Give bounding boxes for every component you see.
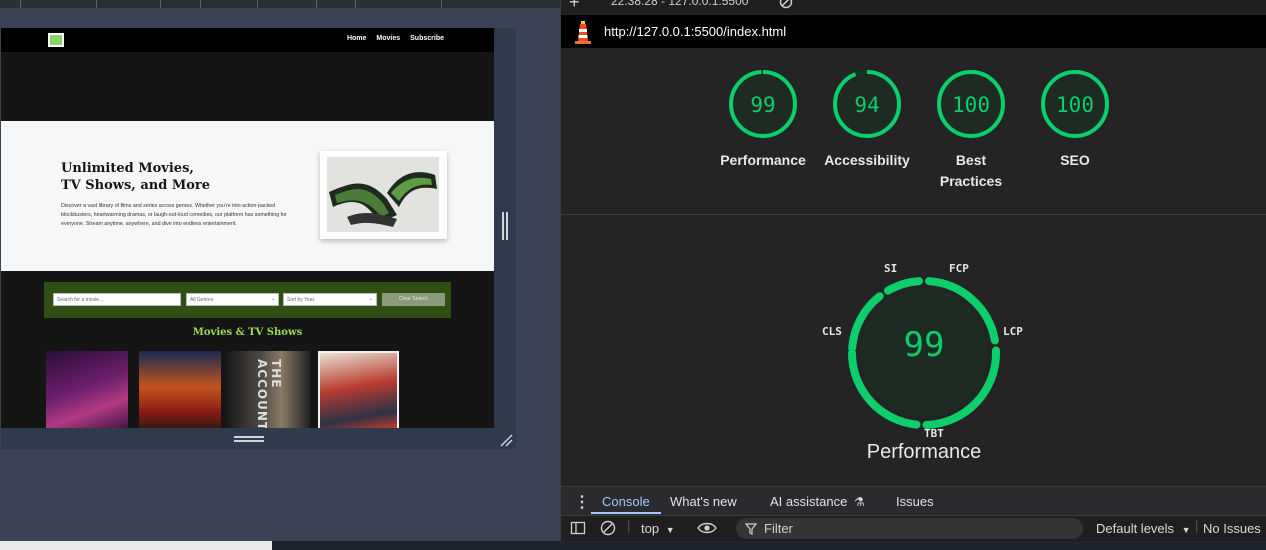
hero-section: Unlimited Movies, TV Shows, and More Dis…: [1, 121, 494, 271]
screen: Home Movies Subscribe Unlimited Movies, …: [0, 0, 1266, 550]
movie-poster[interactable]: [46, 351, 128, 428]
tab-ai-assistance[interactable]: AI assistance ⚗: [770, 494, 865, 509]
divider: [561, 214, 1266, 215]
site-page: Home Movies Subscribe Unlimited Movies, …: [1, 28, 494, 428]
category-gauge[interactable]: 100 Best Practices: [919, 68, 1023, 192]
console-filter-input[interactable]: Filter: [736, 518, 1083, 539]
section-title: Movies & TV Shows: [192, 327, 303, 338]
genre-select[interactable]: All Genres ⌄: [186, 293, 279, 306]
log-levels-value: Default levels: [1096, 521, 1175, 536]
search-input[interactable]: Search for a movie...: [53, 293, 181, 306]
taskbar-search-area[interactable]: [0, 541, 272, 550]
genre-select-value: All Genres: [190, 297, 214, 303]
sort-select[interactable]: Sort by Year ⌄: [283, 293, 377, 306]
category-gauge[interactable]: 100 SEO: [1023, 68, 1127, 171]
report-timestamp: 22:38:28 - 127.0.0.1:5500: [611, 0, 749, 8]
tab-whats-new[interactable]: What's new: [670, 494, 737, 509]
film-strip-image: [327, 157, 439, 232]
gauge-label: Performance: [720, 152, 806, 168]
performance-title: Performance: [866, 441, 982, 463]
separator: |: [1195, 518, 1199, 533]
report-url[interactable]: http://127.0.0.1:5500/index.html: [604, 24, 786, 39]
gauge-label: Accessibility: [824, 152, 910, 168]
metric-segment: [884, 277, 923, 295]
caret-down-icon: ▼: [665, 525, 675, 535]
report-header: + 22:38:28 - 127.0.0.1:5500: [561, 0, 1266, 14]
flask-icon: ⚗: [853, 495, 865, 509]
filter-placeholder: Filter: [764, 521, 793, 536]
gauge-score: 100: [952, 93, 990, 117]
gauge-score: 100: [1056, 93, 1094, 117]
clear-icon[interactable]: [779, 0, 793, 14]
nav-subscribe-link[interactable]: Subscribe: [410, 35, 444, 42]
issues-counter[interactable]: No Issues: [1203, 521, 1261, 536]
sidebar-toggle-icon[interactable]: [570, 520, 586, 539]
hero-description: Discover a vast library of films and ser…: [61, 203, 287, 227]
site-logo[interactable]: [48, 33, 64, 47]
metric-label-cls: CLS: [822, 325, 842, 338]
movie-poster[interactable]: [139, 351, 221, 428]
caret-down-icon: ▼: [1181, 525, 1191, 535]
nav-movies-link[interactable]: Movies: [376, 35, 400, 42]
movie-poster[interactable]: [318, 351, 399, 428]
filter-funnel-icon: [744, 522, 758, 540]
chevron-down-icon: ⌄: [368, 296, 373, 302]
tab-issues[interactable]: Issues: [896, 494, 934, 509]
metric-label-si: SI: [884, 262, 898, 275]
more-options-icon[interactable]: ⋮: [574, 492, 590, 512]
resize-handle-right[interactable]: [502, 212, 508, 240]
category-gauge[interactable]: 99 Performance: [711, 68, 815, 171]
movie-poster[interactable]: THE ACCOUNTANT: [228, 351, 310, 428]
site-navbar: Home Movies Subscribe: [1, 28, 494, 52]
taskbar: [0, 541, 1266, 550]
filter-bar: Search for a movie... All Genres ⌄ Sort …: [44, 282, 451, 318]
resize-handle-bottom[interactable]: [234, 436, 264, 442]
metric-label-tbt: TBT: [924, 427, 944, 440]
ruler: [0, 0, 560, 8]
context-selector[interactable]: top ▼: [641, 521, 675, 536]
lighthouse-icon: [573, 20, 593, 44]
drawer-tabbar: ⋮ Console What's new AI assistance ⚗ Iss…: [561, 486, 1266, 515]
resize-corner-icon[interactable]: [499, 433, 513, 447]
hero-title: Unlimited Movies, TV Shows, and More: [61, 160, 221, 194]
active-tab-indicator: [591, 512, 661, 514]
poster-title: THE ACCOUNTANT: [255, 359, 283, 428]
clear-search-button[interactable]: Clear Search: [382, 293, 445, 306]
devtools-panel: + 22:38:28 - 127.0.0.1:5500 http://127.0…: [560, 0, 1266, 541]
metric-label-lcp: LCP: [1003, 325, 1023, 338]
metric-label-fcp: FCP: [949, 262, 969, 275]
gauge-score: 99: [750, 93, 776, 117]
url-bar: http://127.0.0.1:5500/index.html: [561, 15, 1266, 48]
tab-console[interactable]: Console: [602, 494, 650, 509]
gauge-score: 94: [854, 93, 880, 117]
category-gauge[interactable]: 94 Accessibility: [815, 68, 919, 171]
chevron-down-icon: ⌄: [270, 296, 275, 302]
sort-select-value: Sort by Year: [287, 297, 315, 303]
tab-ai-assistance-label: AI assistance: [770, 494, 848, 509]
gauge-label: Best Practices: [939, 152, 1003, 189]
hero-title-line2: TV Shows, and More: [61, 178, 211, 193]
performance-score-large: 99: [903, 325, 945, 365]
category-gauges: 99 Performance 94 Accessibility 100 Best Prac…: [711, 68, 1131, 198]
console-toolbar: | top ▼ Filter Default levels ▼ | No Iss…: [561, 515, 1266, 541]
hero-image-card: [320, 151, 447, 239]
device-viewport: Home Movies Subscribe Unlimited Movies, …: [1, 28, 516, 449]
separator: |: [627, 518, 631, 533]
context-selector-value: top: [641, 521, 660, 536]
log-levels-dropdown[interactable]: Default levels ▼: [1096, 521, 1191, 536]
nav-home-link[interactable]: Home: [347, 35, 366, 42]
hero-title-line1: Unlimited Movies,: [61, 161, 194, 176]
device-emulation-area: Home Movies Subscribe Unlimited Movies, …: [0, 0, 560, 541]
clear-console-icon[interactable]: [600, 520, 616, 539]
new-report-button[interactable]: +: [569, 0, 580, 13]
gauge-label: SEO: [1060, 152, 1090, 168]
live-expression-eye-icon[interactable]: [697, 520, 717, 539]
